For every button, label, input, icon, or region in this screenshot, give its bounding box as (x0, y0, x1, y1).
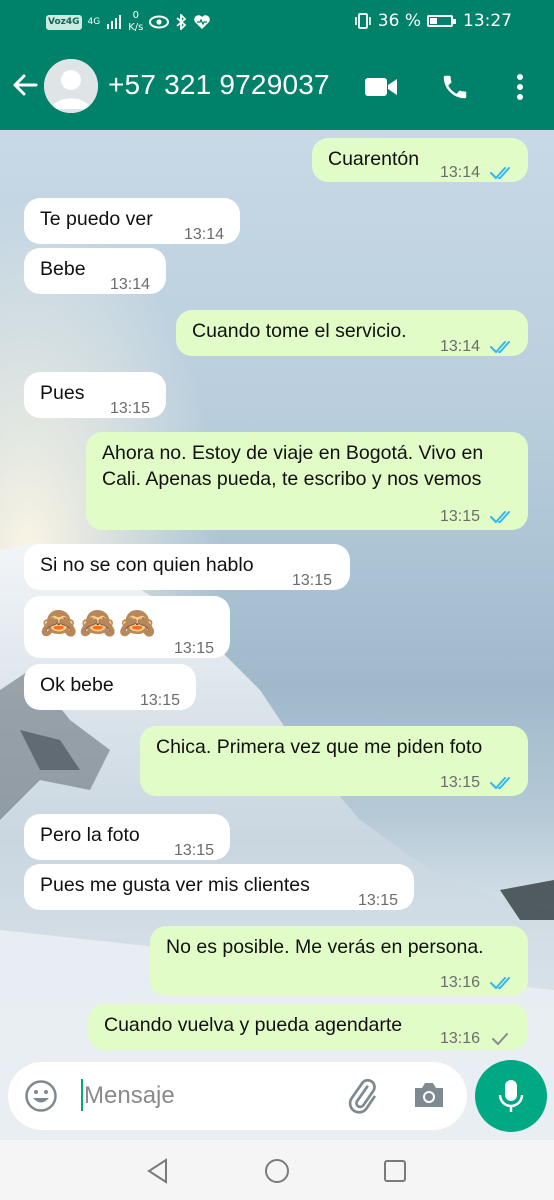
message-time: 13:15 (358, 892, 399, 909)
outgoing-message[interactable]: Chica. Primera vez que me piden foto 13:1… (140, 726, 528, 796)
incoming-message[interactable]: 🙈🙈🙈 13:15 (24, 596, 230, 658)
message-time: 13:15 (110, 400, 151, 417)
back-arrow-icon[interactable] (10, 70, 40, 100)
phone-icon[interactable] (438, 70, 472, 104)
battery-percent: 36 % (377, 11, 421, 31)
battery-level (430, 18, 438, 24)
message-time: 13:14 (440, 164, 481, 181)
read-ticks-icon (490, 336, 516, 353)
sent-tick-icon (490, 1028, 516, 1045)
outgoing-message[interactable]: Cuando vuelva y pueda agendarte 13:16 (88, 1004, 528, 1050)
system-nav-bar (0, 1140, 554, 1200)
message-text: Pues me gusta ver mis clientes (40, 874, 310, 896)
outgoing-message[interactable]: Cuando tome el servicio. 13:14 (176, 310, 528, 356)
incoming-message[interactable]: Pues 13:15 (24, 372, 166, 418)
read-ticks-icon (490, 972, 516, 989)
message-time: 13:15 (174, 842, 215, 859)
status-bar: Voz4G 4G 0 K/s 36 % 13:27 (0, 0, 554, 44)
camera-icon[interactable] (412, 1080, 446, 1115)
text-caret (81, 1079, 83, 1111)
read-ticks-icon (490, 772, 516, 789)
chat-header: +57 321 9729037 (0, 44, 554, 130)
status-left: Voz4G 4G 0 K/s (46, 10, 211, 34)
nav-home-icon[interactable] (264, 1158, 290, 1184)
nav-recents-icon[interactable] (383, 1159, 407, 1183)
health-heart-icon (194, 15, 211, 29)
incoming-message[interactable]: Te puedo ver 13:14 (24, 198, 240, 244)
status-time: 13:27 (463, 11, 512, 31)
outgoing-message[interactable]: Cuarentón 13:14 (312, 138, 528, 182)
read-ticks-icon (490, 506, 516, 523)
message-time: 13:15 (440, 774, 481, 791)
more-vert-icon[interactable] (503, 70, 537, 104)
message-input[interactable]: Mensaje (84, 1082, 175, 1110)
net-speed-value: 0 (132, 10, 139, 21)
incoming-message[interactable]: Ok bebe 13:15 (24, 664, 196, 710)
net-speed: 0 K/s (128, 10, 143, 34)
avatar-placeholder-icon (44, 59, 98, 113)
message-time: 13:14 (440, 338, 481, 355)
read-ticks-icon (490, 162, 516, 179)
vibrate-icon (354, 13, 371, 29)
avatar[interactable] (44, 59, 98, 113)
message-time: 13:16 (440, 974, 481, 991)
net-speed-unit: K/s (128, 22, 144, 33)
message-text: No es posible. Me verás en persona. (166, 936, 484, 958)
incoming-message[interactable]: Si no se con quien hablo 13:15 (24, 544, 350, 590)
message-time: 13:16 (440, 1030, 481, 1047)
emoji-icon[interactable] (24, 1079, 58, 1118)
signal-icon (107, 15, 122, 29)
bluetooth-icon (176, 14, 187, 30)
mic-button[interactable] (475, 1060, 547, 1132)
message-time: 13:15 (174, 640, 215, 657)
message-text: Ahora no. Estoy de viaje en Bogotá. Vivo… (102, 442, 484, 490)
message-composer[interactable]: Mensaje (8, 1062, 467, 1130)
chat-area[interactable]: Cuarentón 13:14 Te puedo ver 13:14 Bebe 13:14… (0, 130, 554, 1140)
message-time: 13:15 (440, 508, 481, 525)
message-time: 13:14 (184, 226, 225, 243)
contact-name[interactable]: +57 321 9729037 (108, 69, 330, 101)
mic-icon (498, 1080, 524, 1112)
attach-icon[interactable] (344, 1078, 380, 1119)
video-call-icon[interactable] (364, 70, 398, 104)
outgoing-message[interactable]: No es posible. Me verás en persona. 13:16 (150, 926, 528, 996)
battery-icon (427, 15, 456, 27)
message-time: 13:15 (292, 572, 333, 589)
message-text: Si no se con quien hablo (40, 554, 254, 576)
network-type: 4G (87, 17, 101, 27)
incoming-message[interactable]: Bebe 13:14 (24, 248, 166, 294)
message-time: 13:15 (140, 692, 181, 709)
outgoing-message[interactable]: Ahora no. Estoy de viaje en Bogotá. Vivo… (86, 432, 528, 530)
message-text: Cuarentón (328, 148, 420, 170)
message-time: 13:14 (110, 276, 151, 293)
incoming-message[interactable]: Pero la foto 13:15 (24, 814, 230, 860)
nav-back-icon[interactable] (146, 1158, 170, 1184)
status-right: 36 % 13:27 (354, 11, 512, 31)
eye-icon (149, 15, 170, 29)
message-text: Chica. Primera vez que me piden foto (156, 736, 483, 758)
incoming-message[interactable]: Pues me gusta ver mis clientes 13:15 (24, 864, 414, 910)
carrier-badge: Voz4G (46, 14, 82, 30)
